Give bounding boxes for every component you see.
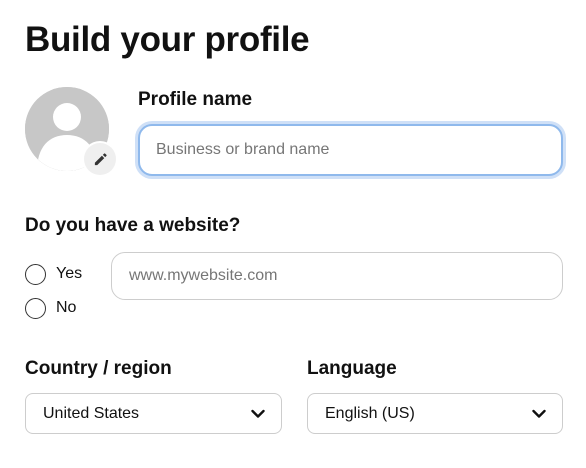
chevron-down-icon xyxy=(532,407,546,421)
language-select-value: English (US) xyxy=(325,404,415,422)
website-url-input[interactable] xyxy=(111,252,563,300)
language-select[interactable]: English (US) xyxy=(307,393,563,434)
website-no-option[interactable]: No xyxy=(25,297,76,319)
radio-yes-label: Yes xyxy=(56,265,83,282)
website-question-label: Do you have a website? xyxy=(25,215,241,236)
page-title: Build your profile xyxy=(25,20,310,59)
profile-name-label: Profile name xyxy=(138,89,253,110)
pencil-icon xyxy=(94,152,107,165)
country-region-label: Country / region xyxy=(25,358,172,379)
radio-yes-button[interactable] xyxy=(25,263,46,285)
website-yes-option[interactable]: Yes xyxy=(25,263,82,285)
profile-name-input[interactable] xyxy=(138,124,563,176)
language-label: Language xyxy=(307,358,397,379)
avatar-container xyxy=(25,87,116,175)
country-select-value: United States xyxy=(43,404,140,422)
edit-avatar-button[interactable] xyxy=(84,143,116,175)
country-select[interactable]: United States xyxy=(25,393,282,434)
chevron-down-icon xyxy=(251,407,265,421)
radio-no-label: No xyxy=(56,299,77,316)
radio-no-button[interactable] xyxy=(25,297,46,319)
